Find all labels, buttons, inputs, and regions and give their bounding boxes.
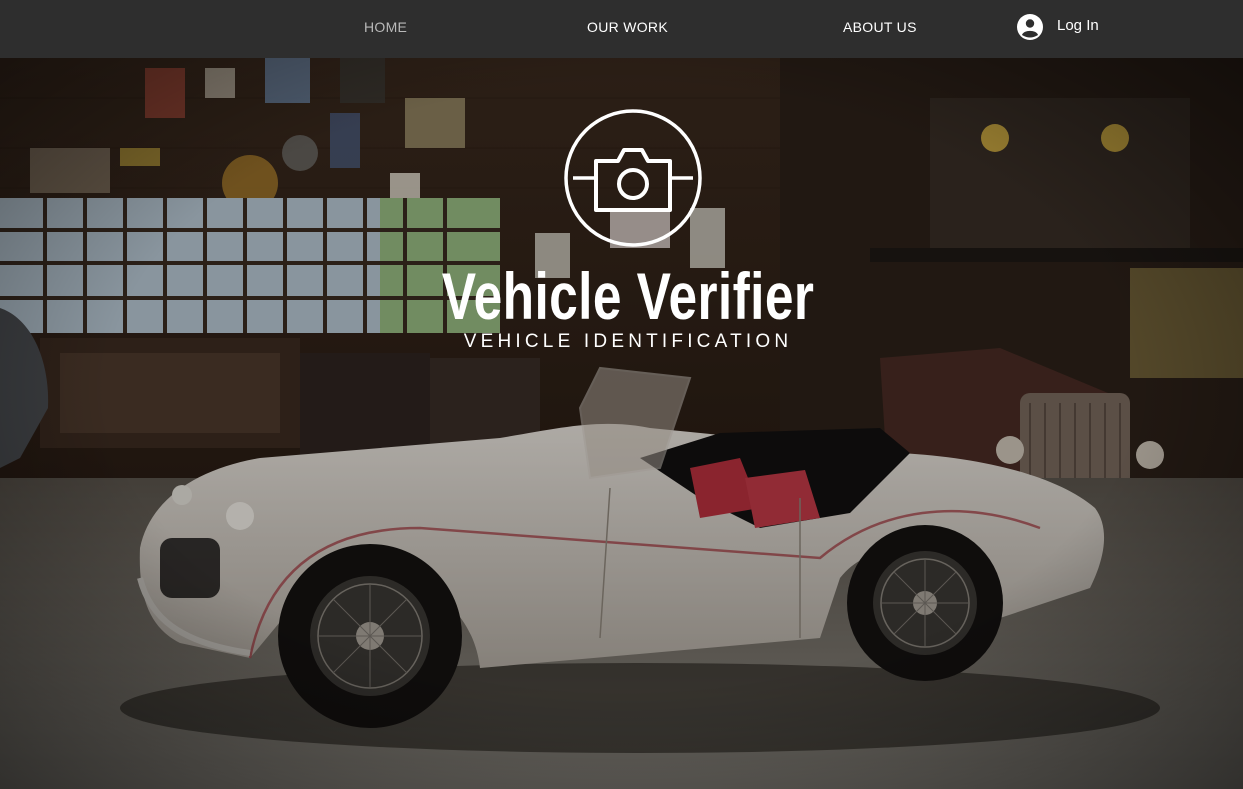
nav-home[interactable]: HOME (364, 18, 407, 36)
nav-about-us[interactable]: ABOUT US (843, 18, 917, 36)
camera-icon (564, 109, 702, 247)
site-header: HOME OUR WORK ABOUT US Log In (0, 0, 1243, 58)
user-avatar-icon (1017, 14, 1043, 40)
hero-section: Vehicle Verifier VEHICLE IDENTIFICATION (0, 58, 1243, 789)
login-label: Log In (1057, 17, 1099, 34)
site-title: Vehicle Verifier (441, 259, 815, 333)
nav-our-work[interactable]: OUR WORK (587, 18, 668, 36)
site-tagline: VEHICLE IDENTIFICATION (463, 331, 793, 352)
